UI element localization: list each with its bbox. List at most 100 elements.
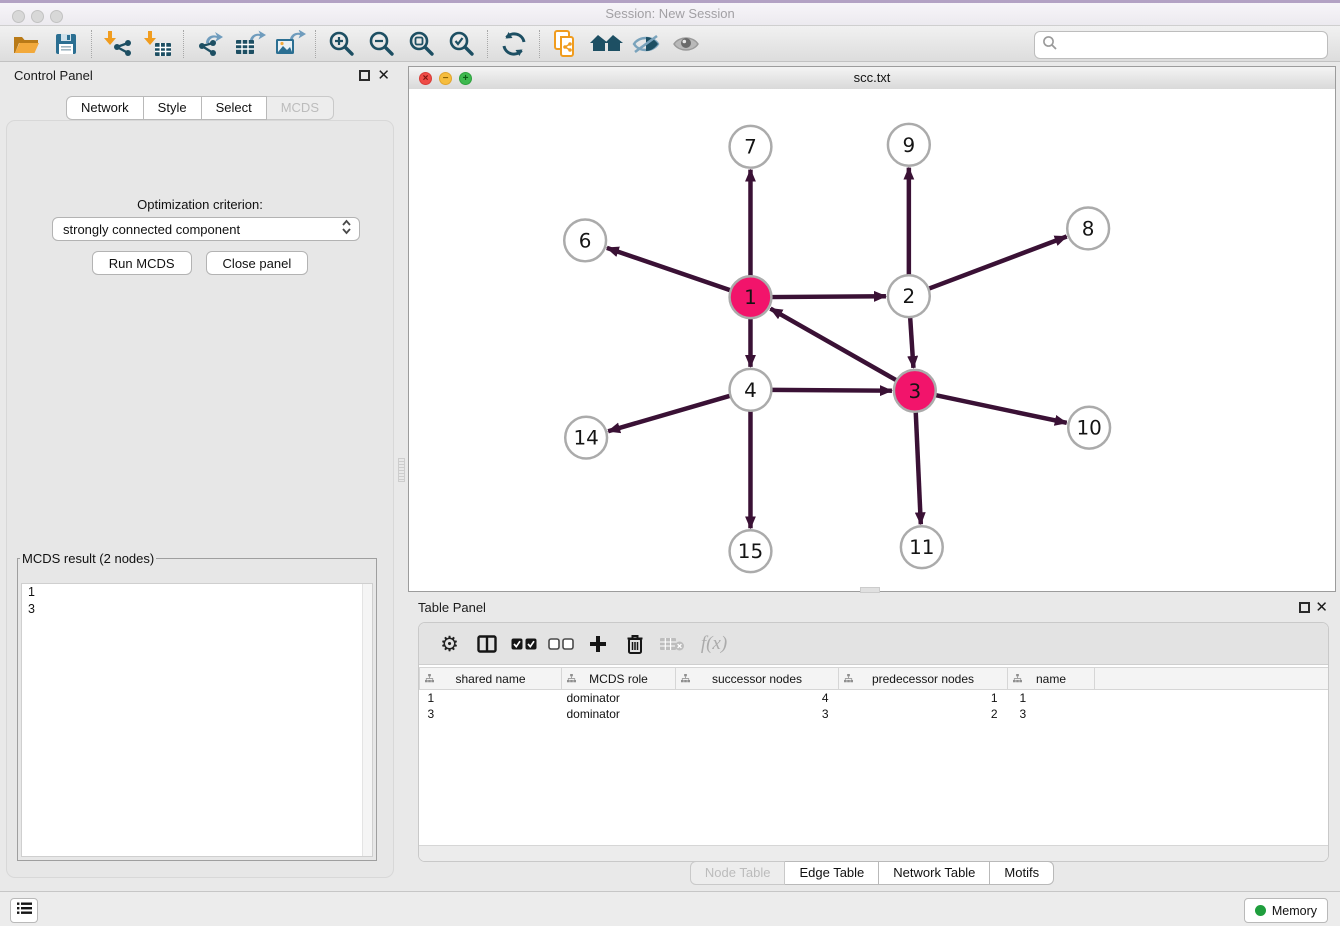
graph-node-3[interactable]: 3 bbox=[894, 370, 936, 412]
tab-mcds[interactable]: MCDS bbox=[267, 96, 334, 120]
tab-node-table[interactable]: Node Table bbox=[690, 861, 786, 885]
clone-network-icon[interactable] bbox=[546, 28, 586, 60]
table-row[interactable]: 3dominator323 bbox=[420, 706, 1329, 722]
table-cell[interactable]: 1 bbox=[420, 690, 562, 707]
run-mcds-button[interactable]: Run MCDS bbox=[92, 251, 192, 275]
minimize-window-icon[interactable]: − bbox=[439, 72, 452, 85]
column-header-successor-nodes[interactable]: successor nodes bbox=[676, 668, 839, 690]
deselect-checkboxes-icon[interactable] bbox=[544, 628, 577, 660]
tab-motifs[interactable]: Motifs bbox=[990, 861, 1054, 885]
tab-network-table[interactable]: Network Table bbox=[879, 861, 990, 885]
zoom-selected-icon[interactable] bbox=[442, 28, 482, 60]
table-cell[interactable]: 3 bbox=[420, 706, 562, 722]
graph-node-14[interactable]: 14 bbox=[565, 417, 607, 459]
save-session-icon[interactable] bbox=[46, 28, 86, 60]
zoom-out-icon[interactable] bbox=[362, 28, 402, 60]
table-cell[interactable]: 3 bbox=[676, 706, 839, 722]
window-close-icon[interactable] bbox=[12, 10, 25, 23]
export-image-icon[interactable] bbox=[270, 28, 310, 60]
graph-node-15[interactable]: 15 bbox=[730, 530, 772, 572]
graph-edge-1-6[interactable] bbox=[607, 248, 731, 291]
window-minimize-icon[interactable] bbox=[31, 10, 44, 23]
graph-edge-3-1[interactable] bbox=[770, 309, 896, 381]
export-table-icon[interactable] bbox=[230, 28, 270, 60]
graph-node-1[interactable]: 1 bbox=[730, 276, 772, 318]
table-cell[interactable]: 2 bbox=[839, 706, 1008, 722]
table-cell[interactable]: dominator bbox=[562, 690, 676, 707]
zoom-fit-icon[interactable] bbox=[402, 28, 442, 60]
dropdown-selected-value: strongly connected component bbox=[53, 222, 341, 237]
network-canvas[interactable]: 7 9 6 8 1 2 4 3 14 10 15 11 bbox=[409, 89, 1335, 591]
graph-node-7[interactable]: 7 bbox=[730, 126, 772, 168]
graph-node-10[interactable]: 10 bbox=[1068, 407, 1110, 449]
search-icon bbox=[1042, 35, 1058, 56]
table-cell[interactable]: 3 bbox=[1008, 706, 1095, 722]
horizontal-splitter-handle[interactable] bbox=[860, 587, 880, 593]
split-columns-icon[interactable] bbox=[470, 628, 503, 660]
graph-node-2[interactable]: 2 bbox=[888, 275, 930, 317]
tab-select[interactable]: Select bbox=[202, 96, 267, 120]
task-history-button[interactable] bbox=[10, 898, 38, 923]
table-settings-gear-icon[interactable]: ⚙ bbox=[433, 628, 466, 660]
column-header-name[interactable]: name bbox=[1008, 668, 1095, 690]
mcds-result-list[interactable]: 13 bbox=[21, 583, 373, 857]
select-all-checkboxes-icon[interactable] bbox=[507, 628, 540, 660]
close-panel-icon[interactable]: ✕ bbox=[377, 68, 390, 82]
graph-node-6[interactable]: 6 bbox=[564, 219, 606, 261]
memory-button[interactable]: Memory bbox=[1244, 898, 1328, 923]
close-panel-button[interactable]: Close panel bbox=[206, 251, 309, 275]
refresh-layout-icon[interactable] bbox=[494, 28, 534, 60]
add-column-icon[interactable] bbox=[581, 628, 614, 660]
table-scrollbar-strip[interactable] bbox=[419, 845, 1328, 861]
table-cell[interactable]: dominator bbox=[562, 706, 676, 722]
import-network-icon[interactable] bbox=[98, 28, 138, 60]
graph-edge-2-8[interactable] bbox=[928, 237, 1066, 289]
graph-edge-3-11[interactable] bbox=[916, 412, 921, 525]
export-network-icon[interactable] bbox=[190, 28, 230, 60]
mcds-result-item[interactable]: 3 bbox=[22, 601, 372, 618]
network-graph[interactable]: 7 9 6 8 1 2 4 3 14 10 15 11 bbox=[409, 89, 1335, 591]
import-table-icon[interactable] bbox=[138, 28, 178, 60]
network-window-title: scc.txt bbox=[409, 67, 1335, 88]
graph-edge-3-10[interactable] bbox=[935, 395, 1066, 423]
column-header-predecessor-nodes[interactable]: predecessor nodes bbox=[839, 668, 1008, 690]
mcds-result-item[interactable]: 1 bbox=[22, 584, 372, 601]
table-row[interactable]: 1dominator411 bbox=[420, 690, 1329, 707]
open-folder-icon[interactable] bbox=[6, 28, 46, 60]
graph-node-11[interactable]: 11 bbox=[901, 526, 943, 568]
column-header-shared-name[interactable]: shared name bbox=[420, 668, 562, 690]
window-zoom-icon[interactable] bbox=[50, 10, 63, 23]
table-cell[interactable]: 1 bbox=[1008, 690, 1095, 707]
float-panel-icon[interactable] bbox=[359, 70, 370, 81]
delete-column-trash-icon[interactable] bbox=[618, 628, 651, 660]
tab-edge-table[interactable]: Edge Table bbox=[785, 861, 879, 885]
graph-edge-1-2[interactable] bbox=[771, 296, 886, 297]
table-cell[interactable]: 1 bbox=[839, 690, 1008, 707]
close-window-icon[interactable]: × bbox=[419, 72, 432, 85]
table-cell[interactable]: 4 bbox=[676, 690, 839, 707]
graph-node-9[interactable]: 9 bbox=[888, 124, 930, 166]
optimization-criterion-dropdown[interactable]: strongly connected component bbox=[52, 217, 360, 241]
graph-node-4[interactable]: 4 bbox=[730, 369, 772, 411]
graph-edge-4-14[interactable] bbox=[608, 396, 730, 432]
tab-network[interactable]: Network bbox=[66, 96, 144, 120]
show-all-eye-icon[interactable] bbox=[666, 28, 706, 60]
search-field[interactable] bbox=[1034, 31, 1328, 59]
maximize-window-icon[interactable]: + bbox=[459, 72, 472, 85]
column-header-MCDS-role[interactable]: MCDS role bbox=[562, 668, 676, 690]
graph-edge-2-3[interactable] bbox=[910, 317, 913, 368]
zoom-in-icon[interactable] bbox=[322, 28, 362, 60]
function-builder-icon[interactable]: f(x) bbox=[692, 628, 736, 660]
vertical-splitter-handle[interactable] bbox=[398, 458, 405, 482]
graph-node-8[interactable]: 8 bbox=[1067, 208, 1109, 250]
float-panel-icon[interactable] bbox=[1299, 602, 1310, 613]
scrollbar-track[interactable] bbox=[362, 584, 372, 856]
attribute-tree-icon bbox=[844, 672, 853, 686]
close-panel-icon[interactable]: ✕ bbox=[1315, 600, 1328, 614]
hide-selected-eye-icon[interactable] bbox=[626, 28, 666, 60]
graph-edge-4-3[interactable] bbox=[771, 390, 892, 391]
delete-table-icon[interactable] bbox=[655, 628, 688, 660]
home-views-icon[interactable] bbox=[586, 28, 626, 60]
search-input[interactable] bbox=[1062, 34, 1327, 56]
tab-style[interactable]: Style bbox=[144, 96, 202, 120]
